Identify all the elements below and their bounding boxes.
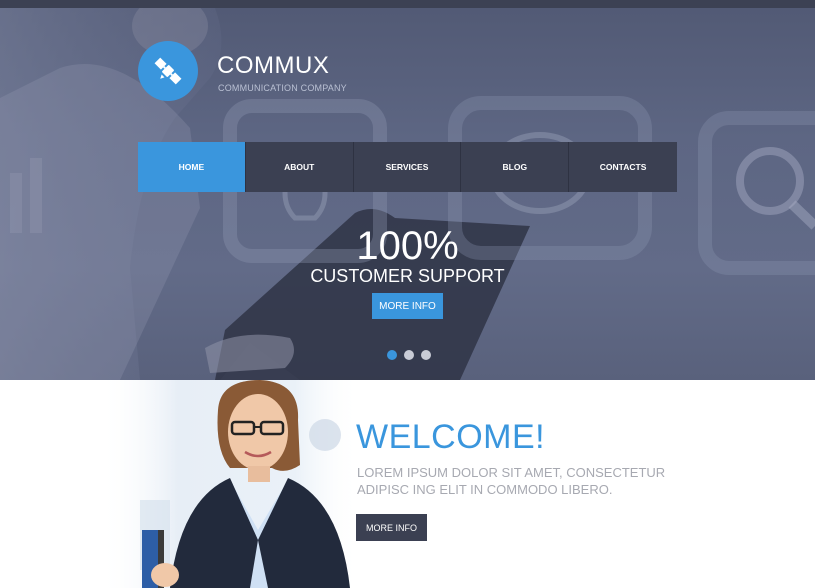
welcome-title: WELCOME! <box>356 418 546 456</box>
slider-dot-2[interactable] <box>404 350 414 360</box>
slider-dot-1[interactable] <box>387 350 397 360</box>
welcome-more-info-button[interactable]: MORE INFO <box>356 514 427 541</box>
nav-item-blog[interactable]: BLOG <box>461 142 570 192</box>
businesswoman-photo <box>100 380 360 588</box>
brand-tagline: COMMUNICATION COMPANY <box>218 83 347 93</box>
hero-headline: 100% <box>356 224 459 268</box>
logo-badge[interactable] <box>138 41 198 101</box>
hero-slider: COMMUX COMMUNICATION COMPANY HOME ABOUT … <box>0 8 815 380</box>
nav-item-services[interactable]: SERVICES <box>353 142 462 192</box>
nav-item-about[interactable]: ABOUT <box>245 142 354 192</box>
nav-item-contacts[interactable]: CONTACTS <box>569 142 677 192</box>
welcome-section: WELCOME! LOREM IPSUM DOLOR SIT AMET, CON… <box>0 380 815 588</box>
hero-more-info-button[interactable]: MORE INFO <box>372 293 443 319</box>
main-navigation: HOME ABOUT SERVICES BLOG CONTACTS <box>138 142 677 192</box>
welcome-text: LOREM IPSUM DOLOR SIT AMET, CONSECTETUR … <box>357 465 666 497</box>
hero-background-image <box>0 8 815 380</box>
nav-item-home[interactable]: HOME <box>138 142 246 192</box>
satellite-icon <box>154 57 182 85</box>
slider-pagination <box>387 350 431 360</box>
top-bar <box>0 0 815 8</box>
brand-name[interactable]: COMMUX <box>217 52 329 80</box>
slider-dot-3[interactable] <box>421 350 431 360</box>
hero-subheadline: CUSTOMER SUPPORT <box>310 266 505 286</box>
